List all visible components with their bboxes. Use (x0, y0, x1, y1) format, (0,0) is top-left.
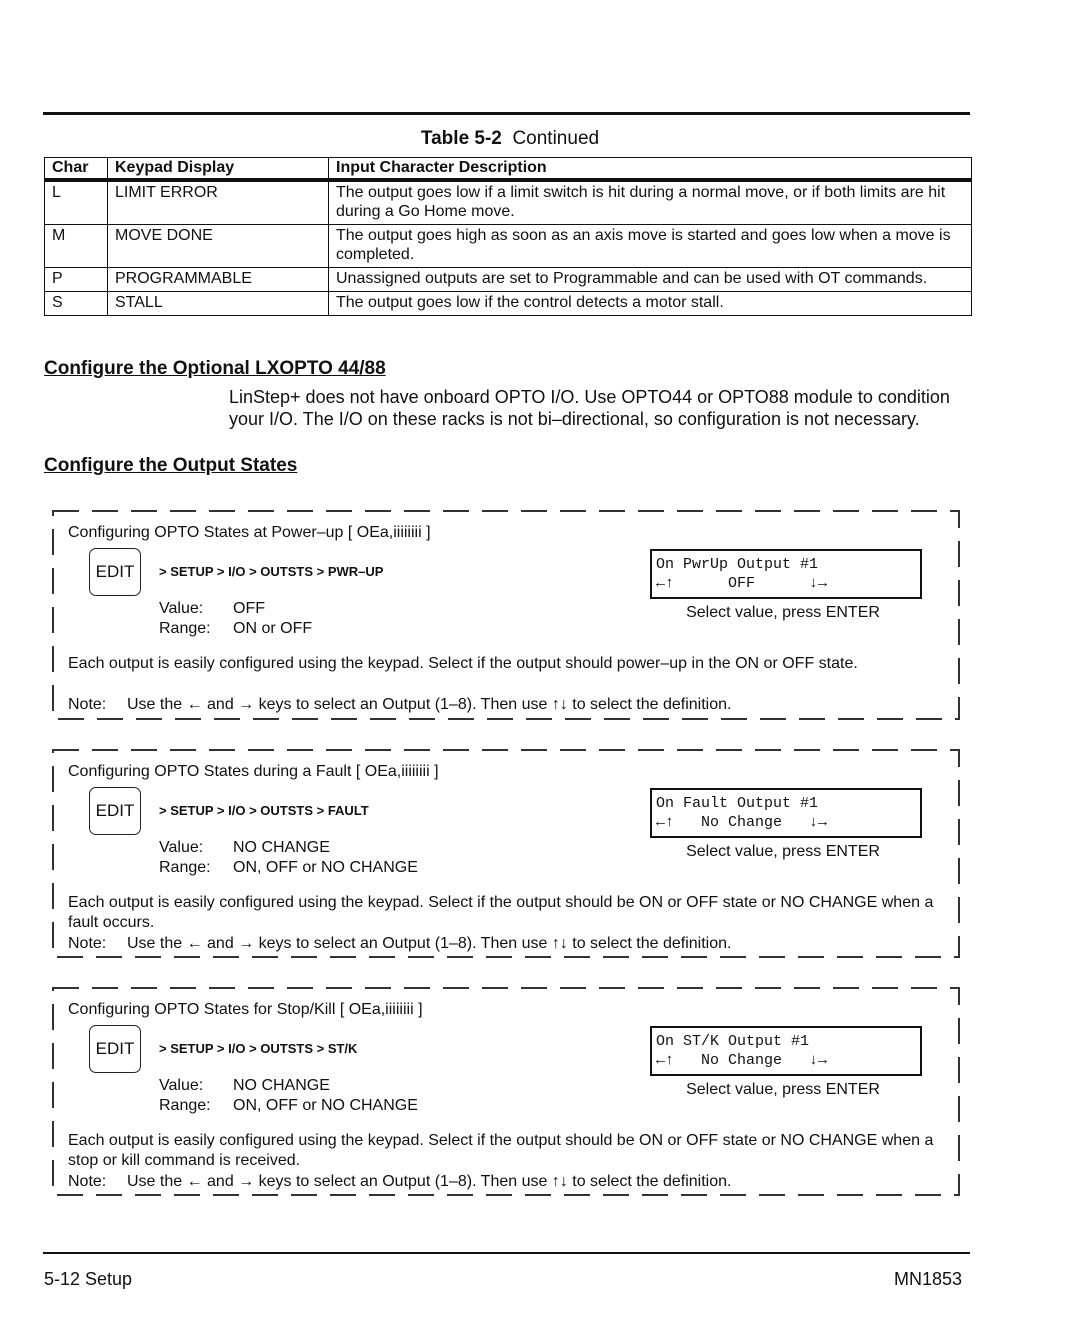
box-title: Configuring OPTO States for Stop/Kill [ … (68, 1001, 423, 1018)
note-label: Note: (68, 1173, 107, 1190)
heading-optional-lxopto: Configure the Optional LXOPTO 44/88 (44, 358, 386, 379)
value-line: Value: NO CHANGE (159, 1076, 330, 1096)
heading-output-states: Configure the Output States (44, 455, 298, 476)
value-text: OFF (233, 600, 265, 617)
lcd-line-1: On Fault Output #1 (656, 795, 819, 812)
lcd-display: On Fault Output #1 ←↑ No Change ↓→ (650, 788, 922, 838)
edit-key-icon: EDIT (89, 548, 141, 596)
lcd-line-2: ←↑ OFF ↓→ (656, 575, 828, 592)
cell-char: M (44, 224, 108, 268)
lcd-caption: Select value, press ENTER (686, 1081, 880, 1098)
range-text: ON, OFF or NO CHANGE (233, 859, 418, 876)
note-label: Note: (68, 935, 107, 952)
config-box-stop-kill: Configuring OPTO States for Stop/Kill [ … (52, 987, 960, 1196)
box-note: Note: Use the ← and → keys to select an O… (68, 935, 731, 953)
cell-description: The output goes low if the control detec… (328, 291, 972, 316)
cell-char: P (44, 267, 108, 292)
bottom-rule (43, 1252, 970, 1254)
value-line: Value: NO CHANGE (159, 838, 330, 858)
cell-keypad: MOVE DONE (107, 224, 329, 268)
note-text: Use the ← and → keys to select an Output… (127, 696, 732, 713)
cell-keypad: PROGRAMMABLE (107, 267, 329, 292)
cell-char: S (44, 291, 108, 316)
box-description: Each output is easily configured using t… (68, 1132, 934, 1169)
edit-key-icon: EDIT (89, 787, 141, 835)
menu-path: > SETUP > I/O > OUTSTS > PWR–UP (159, 564, 384, 579)
box-title: Configuring OPTO States during a Fault [… (68, 763, 439, 780)
cell-keypad: LIMIT ERROR (107, 179, 329, 225)
table-row: S STALL The output goes low if the contr… (44, 291, 972, 316)
box-note: Note: Use the ← and → keys to select an O… (68, 1173, 731, 1191)
table-title-number: Table 5-2 (420, 128, 502, 149)
cell-description: The output goes high as soon as an axis … (328, 224, 972, 268)
range-label: Range: (159, 620, 211, 637)
header-keypad-display: Keypad Display (107, 157, 329, 182)
box-title: Configuring OPTO States at Power–up [ OE… (68, 524, 431, 541)
value-label: Value: (159, 600, 204, 617)
lcd-display: On ST/K Output #1 ←↑ No Change ↓→ (650, 1026, 922, 1076)
range-text: ON or OFF (233, 620, 313, 637)
value-line: Value: OFF (159, 599, 265, 619)
header-description: Input Character Description (328, 157, 972, 182)
lcd-caption: Select value, press ENTER (686, 843, 880, 860)
cell-char: L (44, 179, 108, 225)
table-row: L LIMIT ERROR The output goes low if a l… (44, 179, 972, 225)
menu-path: > SETUP > I/O > OUTSTS > ST/K (159, 1041, 358, 1056)
value-label: Value: (159, 1077, 204, 1094)
lcd-line-2: ←↑ No Change ↓→ (656, 814, 828, 831)
table-title: Table 5-2 Continued (0, 128, 1020, 150)
note-text: Use the ← and → keys to select an Output… (127, 1173, 732, 1190)
range-label: Range: (159, 859, 211, 876)
character-table: Char Keypad Display Input Character Desc… (44, 157, 972, 316)
config-box-fault: Configuring OPTO States during a Fault [… (52, 749, 960, 958)
menu-path: > SETUP > I/O > OUTSTS > FAULT (159, 803, 369, 818)
lxopto-paragraph: LinStep+ does not have onboard OPTO I/O.… (229, 387, 950, 429)
box-description: Each output is easily configured using t… (68, 655, 858, 672)
cell-keypad: STALL (107, 291, 329, 316)
config-box-powerup: Configuring OPTO States at Power–up [ OE… (52, 510, 960, 720)
footer-doc-number: MN1853 (893, 1269, 962, 1289)
lcd-line-1: On ST/K Output #1 (656, 1033, 810, 1050)
table-header-row: Char Keypad Display Input Character Desc… (44, 157, 972, 182)
header-char: Char (44, 157, 108, 182)
range-line: Range: ON, OFF or NO CHANGE (159, 1096, 418, 1116)
edit-key-icon: EDIT (89, 1025, 141, 1073)
table-row: P PROGRAMMABLE Unassigned outputs are se… (44, 267, 972, 292)
value-text: NO CHANGE (233, 1077, 330, 1094)
range-text: ON, OFF or NO CHANGE (233, 1097, 418, 1114)
lcd-line-1: On PwrUp Output #1 (656, 556, 819, 573)
note-text: Use the ← and → keys to select an Output… (127, 935, 732, 952)
box-note: Note: Use the ← and → keys to select an O… (68, 696, 731, 714)
cell-description: The output goes low if a limit switch is… (328, 179, 972, 225)
top-rule (43, 112, 970, 115)
box-description: Each output is easily configured using t… (68, 894, 934, 931)
range-line: Range: ON, OFF or NO CHANGE (159, 858, 418, 878)
value-text: NO CHANGE (233, 839, 330, 856)
note-label: Note: (68, 696, 107, 713)
cell-description: Unassigned outputs are set to Programmab… (328, 267, 972, 292)
value-label: Value: (159, 839, 204, 856)
lcd-caption: Select value, press ENTER (686, 604, 880, 621)
table-row: M MOVE DONE The output goes high as soon… (44, 224, 972, 268)
table-title-continued: Continued (512, 128, 600, 149)
footer-page-label: 5-12 Setup (44, 1269, 133, 1289)
range-line: Range: ON or OFF (159, 619, 312, 639)
lcd-display: On PwrUp Output #1 ←↑ OFF ↓→ (650, 549, 922, 599)
range-label: Range: (159, 1097, 211, 1114)
lcd-line-2: ←↑ No Change ↓→ (656, 1052, 828, 1069)
